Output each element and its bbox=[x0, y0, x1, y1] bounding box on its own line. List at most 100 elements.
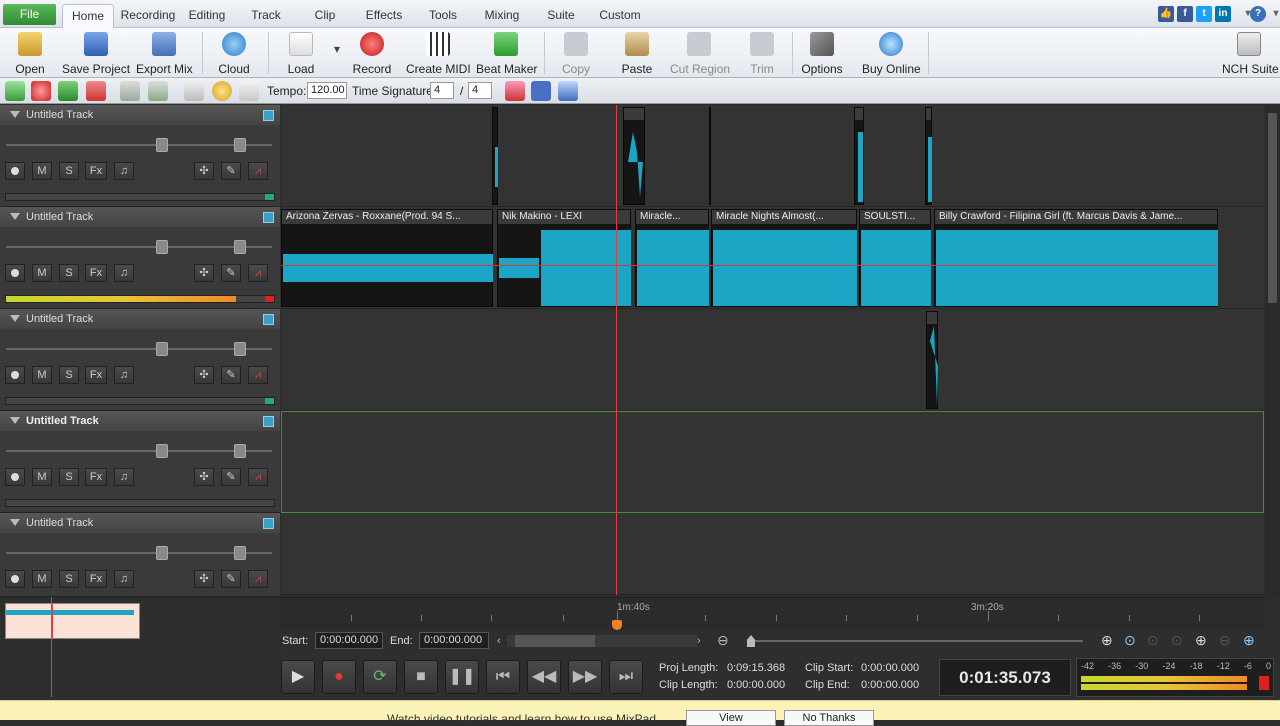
solo-button[interactable]: S bbox=[59, 264, 79, 282]
load-dropdown-icon[interactable]: ▾ bbox=[328, 30, 346, 76]
volume-pan-slider[interactable] bbox=[6, 342, 272, 356]
start-time-field[interactable]: 0:00:00.000 bbox=[315, 632, 383, 649]
snap-icon[interactable] bbox=[120, 81, 140, 101]
vertical-scrollbar[interactable] bbox=[1265, 105, 1280, 597]
save-project-button[interactable]: Save Project bbox=[62, 30, 130, 76]
fx-button[interactable]: Fx bbox=[85, 570, 107, 588]
zoom-clip-icon[interactable]: ⊙ bbox=[1171, 632, 1183, 649]
collapse-icon[interactable] bbox=[10, 417, 20, 424]
time-ruler[interactable]: 1m:40s 3m:20s bbox=[281, 597, 1265, 630]
zoom-out-icon[interactable]: ⊖ bbox=[717, 632, 729, 649]
mute-button[interactable]: M bbox=[32, 366, 52, 384]
track-color-swatch[interactable] bbox=[263, 314, 274, 325]
metronome-icon[interactable] bbox=[184, 81, 204, 101]
horizontal-scrollbar-thumb[interactable] bbox=[515, 635, 595, 647]
horizontal-scrollbar[interactable] bbox=[507, 635, 697, 647]
fx-button[interactable]: Fx bbox=[85, 366, 107, 384]
playhead[interactable] bbox=[616, 105, 617, 595]
pan-knob[interactable] bbox=[234, 444, 246, 458]
tab-suite[interactable]: Suite bbox=[543, 4, 579, 28]
tab-track[interactable]: Track bbox=[246, 4, 286, 28]
audio-clip[interactable]: Nik Makino - LEXI bbox=[497, 209, 631, 307]
add-track-icon[interactable] bbox=[5, 81, 25, 101]
tab-custom[interactable]: Custom bbox=[597, 4, 643, 28]
zoom-slider-knob[interactable] bbox=[747, 635, 755, 647]
cloud-button[interactable]: Cloud bbox=[212, 30, 256, 76]
track-color-swatch[interactable] bbox=[263, 416, 274, 427]
track-lane[interactable] bbox=[281, 513, 1264, 595]
track-record-arm-button[interactable] bbox=[5, 264, 25, 282]
audio-clip[interactable]: Billy Crawford - Filipina Girl (ft. Marc… bbox=[934, 209, 1218, 307]
instrument-icon[interactable]: ✣ bbox=[194, 468, 214, 486]
loop-region-icon[interactable] bbox=[505, 81, 525, 101]
track-header[interactable]: Untitled Track M S Fx ♫ ✣ ✎ ⩘ bbox=[0, 513, 280, 597]
collapse-icon[interactable] bbox=[10, 315, 20, 322]
load-button[interactable]: Load bbox=[280, 30, 322, 76]
track-record-arm-button[interactable] bbox=[5, 468, 25, 486]
twitter-icon[interactable]: t bbox=[1196, 6, 1212, 22]
track-color-swatch[interactable] bbox=[263, 212, 274, 223]
track-lane[interactable] bbox=[281, 309, 1264, 411]
collapse-icon[interactable] bbox=[10, 111, 20, 118]
open-button[interactable]: Open bbox=[8, 30, 52, 76]
track-header[interactable]: Untitled Track M S Fx ♫ ✣ ✎ ⩘ bbox=[0, 309, 280, 411]
solo-button[interactable]: S bbox=[59, 570, 79, 588]
stop-button[interactable]: ■ bbox=[404, 660, 438, 694]
scroll-left-icon[interactable]: ‹ bbox=[497, 635, 501, 647]
headphones-icon[interactable]: ♫ bbox=[114, 468, 134, 486]
mute-button[interactable]: M bbox=[32, 468, 52, 486]
audio-clip[interactable] bbox=[492, 107, 498, 205]
instrument-icon[interactable]: ✣ bbox=[194, 366, 214, 384]
record-track-icon[interactable] bbox=[31, 81, 51, 101]
collapse-icon[interactable] bbox=[10, 213, 20, 220]
track-title[interactable]: Untitled Track bbox=[0, 207, 280, 227]
record-button-transport[interactable]: ● bbox=[322, 660, 356, 694]
create-midi-button[interactable]: Create MIDI bbox=[406, 30, 471, 76]
fast-forward-button[interactable]: ▶▶ bbox=[568, 660, 602, 694]
headphones-icon[interactable]: ♫ bbox=[114, 366, 134, 384]
audio-clip[interactable]: Miracle... bbox=[635, 209, 709, 307]
help-icon[interactable]: ? bbox=[1250, 6, 1266, 22]
track-record-arm-button[interactable] bbox=[5, 366, 25, 384]
fx-button[interactable]: Fx bbox=[85, 162, 107, 180]
audio-clip[interactable]: Arizona Zervas - Roxxane(Prod. 94 S... bbox=[281, 209, 493, 307]
headphones-icon[interactable]: ♫ bbox=[114, 162, 134, 180]
add-clip-icon[interactable] bbox=[58, 81, 78, 101]
copy-button[interactable]: Copy bbox=[556, 30, 596, 76]
mute-button[interactable]: M bbox=[32, 570, 52, 588]
clip-title[interactable]: Miracle... bbox=[636, 210, 708, 224]
zoom-vertical-in-icon[interactable]: ⊕ bbox=[1195, 632, 1207, 649]
volume-knob[interactable] bbox=[156, 342, 168, 356]
zoom-vertical-out-icon[interactable]: ⊖ bbox=[1219, 632, 1231, 649]
pause-button[interactable]: ❚❚ bbox=[445, 660, 479, 694]
facebook-icon[interactable]: f bbox=[1177, 6, 1193, 22]
play-button[interactable]: ▶ bbox=[281, 660, 315, 694]
mute-button[interactable]: M bbox=[32, 162, 52, 180]
zoom-slider[interactable] bbox=[747, 635, 1083, 647]
headphones-icon[interactable]: ♫ bbox=[114, 264, 134, 282]
track-header[interactable]: Untitled Track M S Fx ♫ ✣ ✎ ⩘ bbox=[0, 411, 280, 513]
headphones-icon[interactable]: ♫ bbox=[114, 570, 134, 588]
grid-icon[interactable] bbox=[531, 81, 551, 101]
audio-clip[interactable]: Miracle Nights Almost(... bbox=[711, 209, 857, 307]
track-header[interactable]: Untitled Track M S Fx ♫ ✣ ✎ ⩘ bbox=[0, 207, 280, 309]
track-title[interactable]: Untitled Track bbox=[0, 105, 280, 125]
track-lane[interactable] bbox=[281, 105, 1264, 207]
paste-button[interactable]: Paste bbox=[616, 30, 658, 76]
track-record-arm-button[interactable] bbox=[5, 570, 25, 588]
trim-button[interactable]: Trim bbox=[742, 30, 782, 76]
track-title[interactable]: Untitled Track bbox=[0, 309, 280, 329]
zoom-in-icon[interactable]: ⊕ bbox=[1101, 632, 1113, 649]
tempo-input[interactable]: 120.00 bbox=[307, 82, 347, 99]
options-button[interactable]: Options bbox=[800, 30, 844, 76]
time-signature-denominator[interactable]: 4 bbox=[468, 82, 492, 99]
volume-knob[interactable] bbox=[156, 546, 168, 560]
track-color-swatch[interactable] bbox=[263, 110, 274, 121]
envelope-icon[interactable]: ⩘ bbox=[248, 264, 268, 282]
track-color-swatch[interactable] bbox=[263, 518, 274, 529]
loop-icon[interactable]: ⟳ bbox=[363, 660, 397, 694]
tab-recording[interactable]: Recording bbox=[118, 4, 178, 28]
end-time-field[interactable]: 0:00:00.000 bbox=[419, 632, 489, 649]
track-title[interactable]: Untitled Track bbox=[0, 411, 280, 431]
time-signature-numerator[interactable]: 4 bbox=[430, 82, 454, 99]
